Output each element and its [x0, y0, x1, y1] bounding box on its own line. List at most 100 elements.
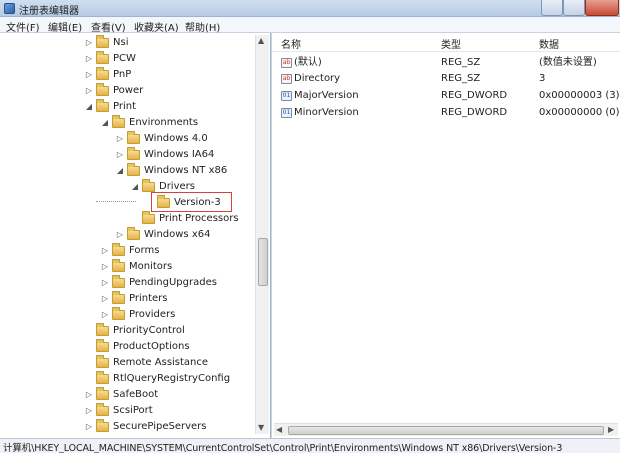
expand-arrow-icon[interactable]: ▷ — [100, 243, 110, 259]
value-name: MajorVersion — [294, 90, 359, 101]
column-header-name[interactable]: 名称 — [281, 36, 301, 51]
tree-connector-line — [96, 201, 136, 202]
registry-values-pane[interactable]: 名称 类型 数据 ab (默认) REG_SZ (数值未设置) ab Directory R… — [272, 33, 620, 438]
tree-node-label: Power — [113, 85, 144, 96]
value-data: 0x00000000 (0) — [539, 107, 620, 118]
scroll-right-icon[interactable]: ▶ — [608, 425, 614, 434]
value-row[interactable]: 01 MinorVersion REG_DWORD 0x00000000 (0) — [272, 105, 620, 121]
value-data: (数值未设置) — [539, 57, 597, 68]
tree-node-label: RtlQueryRegistryConfig — [113, 373, 231, 384]
selected-key-highlight — [151, 192, 232, 212]
value-data: 0x00000003 (3) — [539, 90, 620, 101]
tree-node-label: Forms — [129, 245, 160, 256]
expand-arrow-icon[interactable]: ▷ — [84, 51, 94, 67]
tree-node-label: PCW — [113, 53, 136, 64]
folder-icon — [96, 371, 109, 384]
tree-node-label: Print — [113, 101, 137, 112]
expand-arrow-icon[interactable]: ▷ — [84, 67, 94, 83]
folder-icon — [96, 67, 109, 80]
expand-arrow-icon[interactable]: ▷ — [115, 147, 125, 163]
minimize-button[interactable] — [541, 0, 563, 16]
dword-value-icon: 01 — [281, 91, 292, 101]
collapse-arrow-icon[interactable]: ◢ — [130, 179, 140, 195]
column-header-type[interactable]: 类型 — [441, 36, 461, 51]
registry-editor-icon — [4, 3, 15, 14]
value-row[interactable]: 01 MajorVersion REG_DWORD 0x00000003 (3) — [272, 88, 620, 104]
folder-icon — [127, 131, 140, 144]
folder-icon — [96, 323, 109, 336]
expand-arrow-icon[interactable]: ▷ — [84, 83, 94, 99]
value-row[interactable]: ab Directory REG_SZ 3 — [272, 71, 620, 87]
tree-node-label: PendingUpgrades — [129, 277, 217, 288]
tree-node-label: Providers — [129, 309, 176, 320]
status-key-path: 计算机\HKEY_LOCAL_MACHINE\SYSTEM\CurrentCon… — [3, 443, 563, 453]
value-data: 3 — [539, 73, 546, 84]
title-bar: 注册表编辑器 — [0, 0, 620, 17]
close-button[interactable] — [585, 0, 619, 16]
window-title: 注册表编辑器 — [19, 6, 79, 17]
scroll-left-icon[interactable]: ◀ — [276, 425, 282, 434]
expand-arrow-icon[interactable]: ▷ — [100, 275, 110, 291]
folder-icon — [96, 35, 109, 48]
expand-arrow-icon[interactable]: ▷ — [100, 291, 110, 307]
values-horizontal-scrollbar[interactable]: ◀ ▶ — [274, 423, 618, 436]
value-name: Directory — [294, 73, 341, 84]
value-type: REG_SZ — [441, 73, 481, 84]
folder-icon — [96, 83, 109, 96]
scroll-up-icon[interactable]: ▲ — [258, 36, 264, 45]
menu-favorites[interactable]: 收藏夹(A) — [134, 19, 179, 34]
tree-node-label: Remote Assistance — [113, 357, 209, 368]
dword-value-icon: 01 — [281, 108, 292, 118]
folder-icon — [96, 403, 109, 416]
expand-arrow-icon[interactable]: ▷ — [100, 307, 110, 323]
tree-node-label: PnP — [113, 69, 132, 80]
folder-icon — [96, 339, 109, 352]
expand-arrow-icon[interactable]: ▷ — [115, 227, 125, 243]
expand-arrow-icon[interactable]: ▷ — [84, 387, 94, 403]
folder-icon — [96, 419, 109, 432]
scroll-down-icon[interactable]: ▼ — [258, 423, 264, 432]
expand-arrow-icon[interactable]: ▷ — [115, 131, 125, 147]
tree-node-label: Windows IA64 — [144, 149, 215, 160]
folder-icon — [96, 51, 109, 64]
string-value-icon: ab — [281, 58, 292, 68]
tree-node-label: Windows NT x86 — [144, 165, 228, 176]
folder-icon — [127, 227, 140, 240]
folder-icon — [96, 387, 109, 400]
folder-icon — [112, 291, 125, 304]
menu-file[interactable]: 文件(F) — [6, 19, 40, 34]
expand-arrow-icon[interactable]: ▷ — [100, 259, 110, 275]
collapse-arrow-icon[interactable]: ◢ — [84, 99, 94, 115]
folder-icon — [96, 99, 109, 112]
value-name: MinorVersion — [294, 107, 359, 118]
folder-icon — [127, 147, 140, 160]
expand-arrow-icon[interactable]: ▷ — [84, 419, 94, 435]
value-name: (默认) — [294, 57, 322, 68]
collapse-arrow-icon[interactable]: ◢ — [100, 115, 110, 131]
folder-icon — [142, 211, 155, 224]
tree-node-label: SecurePipeServers — [113, 421, 207, 432]
tree-node-label: Environments — [129, 117, 199, 128]
tree-node-label: Nsi — [113, 37, 129, 48]
string-value-icon: ab — [281, 74, 292, 84]
value-type: REG_DWORD — [441, 107, 508, 118]
tree-scroll-thumb[interactable] — [258, 238, 268, 286]
menu-bar: 文件(F) 编辑(E) 查看(V) 收藏夹(A) 帮助(H) — [0, 17, 620, 34]
folder-icon — [112, 259, 125, 272]
tree-vertical-scrollbar[interactable]: ▲ ▼ — [255, 35, 269, 434]
registry-tree-pane[interactable]: ▷ Nsi ▷ PCW ▷ PnP ▷ Power ◢ Print ◢ Environments ▷ Wi… — [0, 33, 271, 438]
tree-node-label: Monitors — [129, 261, 173, 272]
value-row[interactable]: ab (默认) REG_SZ (数值未设置) — [272, 55, 620, 71]
values-scroll-thumb[interactable] — [288, 426, 604, 435]
menu-help[interactable]: 帮助(H) — [185, 19, 220, 34]
folder-icon — [127, 163, 140, 176]
folder-icon — [112, 307, 125, 320]
tree-node-label: ScsiPort — [113, 405, 153, 416]
expand-arrow-icon[interactable]: ▷ — [84, 35, 94, 51]
expand-arrow-icon[interactable]: ▷ — [84, 403, 94, 419]
maximize-button[interactable] — [563, 0, 585, 16]
menu-view[interactable]: 查看(V) — [91, 19, 126, 34]
collapse-arrow-icon[interactable]: ◢ — [115, 163, 125, 179]
column-header-data[interactable]: 数据 — [539, 36, 559, 51]
menu-edit[interactable]: 编辑(E) — [48, 19, 82, 34]
